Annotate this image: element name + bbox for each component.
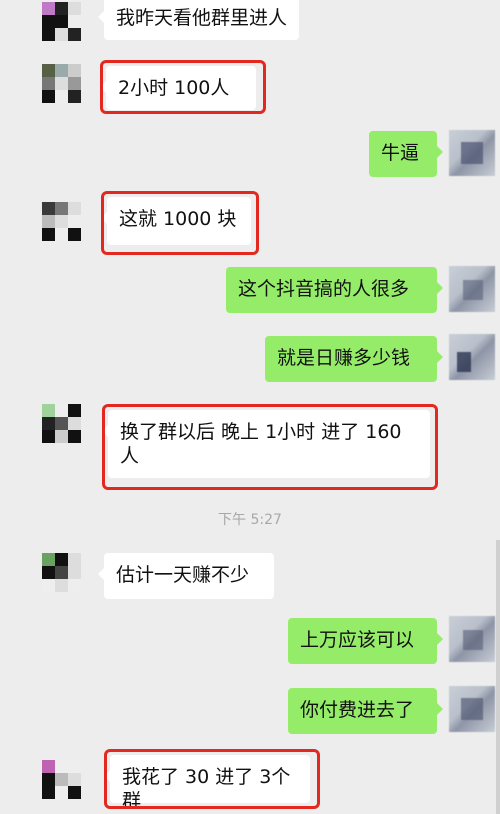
contact-avatar[interactable] [42, 202, 82, 242]
highlight-box [101, 191, 259, 255]
message-text: 上万应该可以 [300, 629, 415, 651]
message-bubble[interactable]: 估计一天赚不少 [98, 553, 274, 599]
message-text: 估计一天赚不少 [116, 564, 250, 586]
contact-avatar[interactable] [42, 404, 82, 444]
message-bubble[interactable]: 就是日赚多少钱 [265, 336, 443, 382]
user-avatar[interactable] [449, 130, 495, 176]
contact-avatar[interactable] [42, 553, 82, 593]
message-bubble[interactable]: 你付费进去了 [288, 688, 443, 734]
scrollbar-track[interactable] [496, 540, 500, 814]
user-avatar[interactable] [449, 616, 495, 662]
message-bubble[interactable]: 这个抖音搞的人很多 [226, 267, 443, 313]
message-bubble[interactable]: 我昨天看他群里进人 [97, 0, 300, 40]
message-text: 就是日赚多少钱 [277, 347, 411, 369]
message-text: 你付费进去了 [300, 699, 415, 721]
message-text: 我昨天看他群里进人 [116, 7, 288, 29]
highlight-box [100, 60, 266, 114]
message-bubble[interactable]: 牛逼 [369, 131, 443, 177]
contact-avatar[interactable] [42, 2, 82, 42]
contact-avatar[interactable] [42, 760, 82, 800]
highlight-box [104, 749, 320, 809]
message-text: 这个抖音搞的人很多 [238, 278, 410, 300]
user-avatar[interactable] [449, 334, 495, 380]
contact-avatar[interactable] [42, 64, 82, 104]
timestamp: 下午 5:27 [218, 512, 282, 528]
message-bubble[interactable]: 上万应该可以 [288, 618, 443, 664]
message-text: 牛逼 [381, 142, 420, 164]
highlight-box [102, 404, 438, 490]
user-avatar[interactable] [449, 266, 495, 312]
user-avatar[interactable] [449, 686, 495, 732]
